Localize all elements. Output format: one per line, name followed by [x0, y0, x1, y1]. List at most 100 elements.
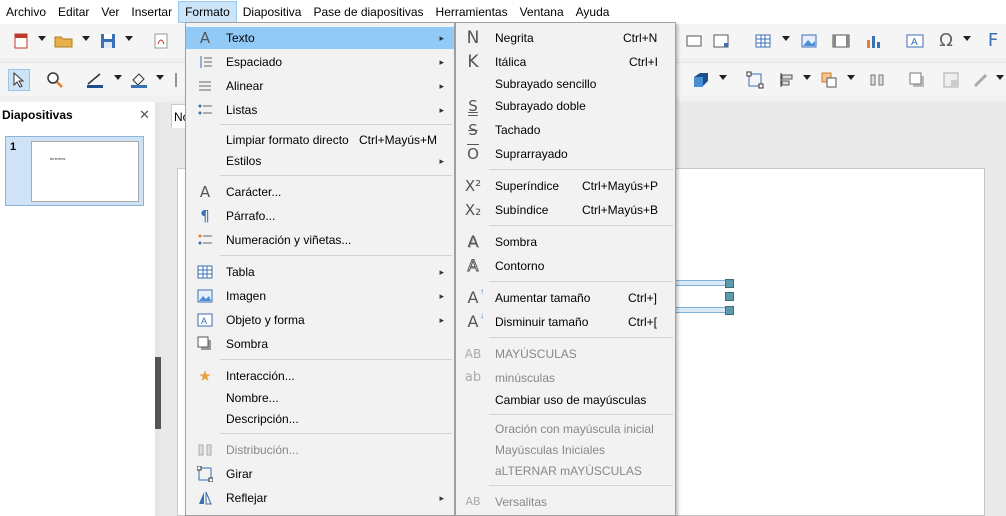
menu-item-sombra[interactable]: Sombra	[186, 333, 454, 355]
menu-item-tabla[interactable]: Tabla ▸	[186, 261, 454, 283]
insert-media-icon[interactable]	[830, 30, 852, 52]
menu-ayuda[interactable]: Ayuda	[570, 1, 616, 23]
menu-item-subrayado-doble[interactable]: S Subrayado doble	[456, 95, 675, 117]
arrange-dropdown-icon[interactable]	[847, 75, 855, 80]
resize-handle-top-right[interactable]	[725, 279, 734, 288]
menu-editar[interactable]: Editar	[52, 1, 95, 23]
menu-pase-de-diapositivas[interactable]: Pase de diapositivas	[307, 1, 429, 23]
menu-item-superindice[interactable]: X² Superíndice Ctrl+Mayús+P	[456, 175, 675, 197]
lowercase-icon: ab	[464, 370, 482, 385]
menu-item-suprarrayado[interactable]: O Suprarrayado	[456, 143, 675, 165]
insert-table-icon[interactable]	[752, 30, 774, 52]
textbox-frame-top[interactable]	[670, 280, 730, 286]
menu-item-limpiar-formato[interactable]: Limpiar formato directo Ctrl+Mayús+M	[186, 129, 454, 151]
menu-item-negrita[interactable]: N Negrita Ctrl+N	[456, 27, 675, 49]
menu-item-listas[interactable]: Listas ▸	[186, 99, 454, 121]
resize-handle-middle-right[interactable]	[725, 292, 734, 301]
open-folder-icon[interactable]	[53, 30, 75, 52]
menu-item-reflejar[interactable]: Reflejar ▸	[186, 487, 454, 509]
menu-item-tachado[interactable]: S Tachado	[456, 119, 675, 141]
uppercase-icon: AB	[464, 347, 482, 361]
menu-item-estilos[interactable]: Estilos ▸	[186, 150, 454, 172]
points-icon[interactable]	[744, 69, 766, 91]
menu-separator	[220, 255, 452, 256]
menu-item-sombra-texto[interactable]: A Sombra	[456, 231, 675, 253]
menu-item-aumentar-tamano[interactable]: A ↑ Aumentar tamaño Ctrl+]	[456, 287, 675, 309]
menu-insertar[interactable]: Insertar	[125, 1, 178, 23]
menu-item-texto[interactable]: A Texto ▸	[186, 27, 454, 49]
crop-image-icon[interactable]	[940, 69, 962, 91]
menu-item-mayusculas-iniciales: Mayúsculas Iniciales	[495, 443, 606, 457]
bold-icon: N	[466, 28, 480, 48]
menu-item-subrayado-sencillo[interactable]: Subrayado sencillo	[456, 73, 675, 95]
menu-item-objeto-forma[interactable]: A Objeto y forma ▸	[186, 309, 454, 331]
new-document-icon[interactable]	[10, 30, 32, 52]
align-dropdown-icon[interactable]	[803, 75, 811, 80]
menu-item-espaciado[interactable]: Espaciado ▸	[186, 51, 454, 73]
interaction-icon: ★	[198, 367, 212, 385]
submenu-arrow-icon: ▸	[439, 32, 444, 43]
special-character-dropdown-icon[interactable]	[963, 36, 971, 41]
shadow-toggle-icon[interactable]	[906, 69, 928, 91]
align-objects-icon[interactable]	[776, 69, 798, 91]
fill-color-icon[interactable]	[128, 69, 150, 91]
resize-handle-bottom-right[interactable]	[725, 306, 734, 315]
insert-textbox-icon[interactable]: A	[904, 30, 926, 52]
thumbnail-text: tenemos	[50, 156, 66, 161]
strikethrough-icon: S	[468, 121, 478, 139]
menu-archivo[interactable]: Archivo	[0, 1, 52, 23]
menu-item-alinear[interactable]: Alinear ▸	[186, 75, 454, 97]
export-pdf-icon[interactable]	[150, 30, 172, 52]
filter-dropdown-icon[interactable]	[996, 75, 1004, 80]
3d-object-icon[interactable]	[690, 69, 712, 91]
3d-dropdown-icon[interactable]	[719, 75, 727, 80]
submenu-arrow-icon: ▸	[439, 80, 444, 91]
line-color-icon[interactable]	[84, 69, 106, 91]
save-icon[interactable]	[97, 30, 119, 52]
line-color-dropdown-icon[interactable]	[114, 75, 122, 80]
menu-item-descripcion[interactable]: Descripción...	[186, 408, 454, 430]
submenu-arrow-icon: ▸	[439, 290, 444, 301]
menu-item-cambiar-uso-mayusculas[interactable]: Cambiar uso de mayúsculas	[456, 389, 675, 411]
menu-item-interaccion[interactable]: ★ Interacción...	[186, 365, 454, 387]
menu-item-subindice[interactable]: X₂ Subíndice Ctrl+Mayús+B	[456, 199, 675, 221]
fill-color-dropdown-icon[interactable]	[156, 75, 164, 80]
select-pointer-icon[interactable]	[8, 69, 30, 91]
spacing-icon	[196, 53, 214, 71]
menu-item-contorno[interactable]: A Contorno	[456, 255, 675, 277]
menu-ventana[interactable]: Ventana	[514, 1, 570, 23]
menu-formato[interactable]: Formato	[178, 1, 237, 23]
menu-item-imagen[interactable]: Imagen ▸	[186, 285, 454, 307]
menu-diapositiva[interactable]: Diapositiva	[237, 1, 308, 23]
menu-item-nombre[interactable]: Nombre...	[186, 387, 454, 409]
fontwork-icon[interactable]: F	[982, 30, 1004, 52]
new-dropdown-icon[interactable]	[38, 36, 46, 41]
italic-icon: K	[467, 52, 479, 72]
menu-item-parrafo[interactable]: ¶ Párrafo...	[186, 205, 454, 227]
menu-item-disminuir-tamano[interactable]: A ↓ Disminuir tamaño Ctrl+[	[456, 311, 675, 333]
filter-icon[interactable]	[970, 69, 992, 91]
display-icon[interactable]	[683, 30, 705, 52]
close-icon[interactable]: ✕	[139, 107, 150, 123]
table-dropdown-icon[interactable]	[782, 36, 790, 41]
menu-item-italica[interactable]: K Itálica Ctrl+I	[456, 51, 675, 73]
menu-item-girar[interactable]: Girar	[186, 463, 454, 485]
slide-thumbnail[interactable]: tenemos	[31, 141, 139, 202]
insert-image-icon[interactable]	[798, 30, 820, 52]
insert-chart-icon[interactable]	[862, 30, 884, 52]
menu-item-mayusculas: AB MAYÚSCULAS	[464, 347, 577, 361]
slide-number: 1	[10, 141, 17, 153]
menu-ver[interactable]: Ver	[95, 1, 125, 23]
distribute-icon[interactable]	[866, 69, 888, 91]
menu-item-caracter[interactable]: A Carácter...	[186, 181, 454, 203]
slide-thumbnail-selected[interactable]: 1 tenemos	[5, 136, 144, 206]
arrange-icon[interactable]	[818, 69, 840, 91]
menu-item-numeracion[interactable]: Numeración y viñetas...	[186, 229, 454, 251]
textbox-frame-bottom[interactable]	[670, 307, 730, 313]
menu-herramientas[interactable]: Herramientas	[430, 1, 514, 23]
save-dropdown-icon[interactable]	[125, 36, 133, 41]
zoom-icon[interactable]	[44, 69, 66, 91]
slide-layout-icon[interactable]	[710, 30, 732, 52]
open-dropdown-icon[interactable]	[82, 36, 90, 41]
special-character-icon[interactable]: Ω	[935, 30, 957, 52]
